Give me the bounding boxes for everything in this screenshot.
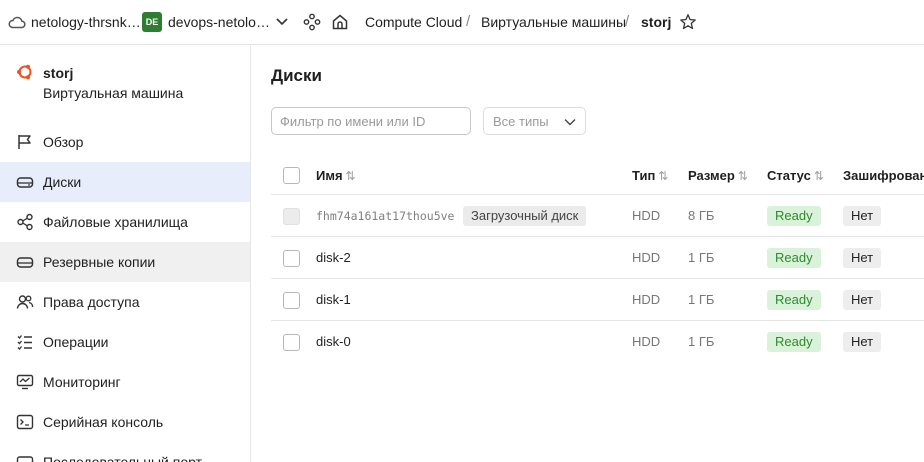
sidebar-item-backups[interactable]: Резервные копии [0,242,250,282]
sidebar-item-serial-port[interactable]: Последовательный порт [0,442,250,462]
disk-name[interactable]: disk-2 [316,250,351,265]
sidebar-item-label: Серийная консоль [43,414,164,430]
sort-icon: ⇅ [345,169,356,183]
column-header-encrypted[interactable]: Зашифрован [843,168,924,183]
disk-icon [16,177,34,188]
chevron-down-icon [564,119,576,126]
sidebar-item-label: Резервные копии [43,254,156,270]
sidebar-item-monitoring[interactable]: Мониторинг [0,362,250,402]
sidebar-item-overview[interactable]: Обзор [0,122,250,162]
share-icon [17,213,33,231]
breadcrumb-separator: / [625,13,630,30]
sidebar-item-label: Файловые хранилища [43,214,188,230]
flag-icon [18,135,31,149]
sidebar-item-label: Диски [43,174,82,190]
breadcrumb-separator: / [466,13,471,30]
vm-name: storj [43,65,74,81]
sidebar-item-label: Операции [43,334,109,350]
table-header: Имя ⇅ Тип ⇅ Размер ⇅ Статус ⇅ Зашифрован [271,155,924,195]
sidebar-item-disks[interactable]: Диски [0,162,250,202]
disk-size: 1 ГБ [688,292,715,307]
column-header-size[interactable]: Размер ⇅ [688,168,748,183]
filter-input[interactable] [271,107,471,135]
sidebar-item-serial-console[interactable]: Серийная консоль [0,402,250,442]
disk-type: HDD [632,292,661,307]
table-row[interactable]: disk-2 HDD 1 ГБ Ready Нет [271,237,924,279]
status-badge: Ready [767,290,821,310]
monitor-icon [16,374,34,390]
disk-size: 8 ГБ [688,208,715,223]
table-row[interactable]: disk-1 HDD 1 ГБ Ready Нет [271,279,924,321]
folder-badge: DE [142,12,162,32]
status-badge: Ready [767,248,821,268]
home-icon[interactable] [331,13,349,31]
row-checkbox[interactable] [283,334,300,351]
table-row[interactable]: fhm74a161at17thou5ve Загрузочный диск HD… [271,195,924,237]
chevron-down-icon[interactable] [274,15,290,29]
users-icon [16,295,34,309]
star-icon[interactable] [679,13,697,31]
sidebar-item-label: Права доступа [43,294,140,310]
page-title: Диски [271,66,322,85]
disk-type: HDD [632,250,661,265]
status-badge: Ready [767,206,821,226]
disk-name[interactable]: disk-0 [316,334,351,349]
select-all-checkbox[interactable] [283,167,300,184]
disk-type: HDD [632,334,661,349]
encrypted-badge: Нет [843,248,882,268]
vm-subtitle: Виртуальная машина [43,85,184,101]
org-selector[interactable]: netology-thrsnk… [31,14,141,30]
disk-type: HDD [632,208,661,223]
list-icon [17,335,32,350]
disk-size: 1 ГБ [688,250,715,265]
cloud-icon[interactable] [8,14,26,30]
folder-selector[interactable]: devops-netolo… [168,14,270,30]
sidebar-item-label: Обзор [43,134,84,150]
row-checkbox[interactable] [283,250,300,267]
boot-disk-tag: Загрузочный диск [463,206,587,226]
column-header-type[interactable]: Тип ⇅ [632,168,668,183]
disk-name[interactable]: disk-1 [316,292,351,307]
encrypted-badge: Нет [843,206,882,226]
column-header-status[interactable]: Статус ⇅ [767,168,824,183]
breadcrumb-current: storj [641,14,672,30]
services-icon[interactable] [303,13,321,31]
breadcrumb-compute-cloud[interactable]: Compute Cloud [365,14,462,30]
encrypted-badge: Нет [843,332,882,352]
backup-icon [16,257,34,268]
top-bar: netology-thrsnk… DE devops-netolo… Compu… [0,0,924,45]
encrypted-badge: Нет [843,290,882,310]
port-icon [16,456,34,462]
sidebar-item-label: Мониторинг [43,374,121,390]
sort-icon: ⇅ [813,169,824,183]
disk-id[interactable]: fhm74a161at17thou5ve [316,209,454,223]
sidebar: storj Виртуальная машина Обзор Диски Фай… [0,46,251,462]
column-header-name[interactable]: Имя ⇅ [316,168,356,183]
sidebar-item-access[interactable]: Права доступа [0,282,250,322]
type-filter-select[interactable]: Все типы [483,107,586,135]
main-content: Диски Все типы Имя⇅ Тип⇅ Размер⇅ Статус⇅… [252,46,924,462]
sort-icon: ⇅ [737,169,748,183]
sidebar-item-file-storages[interactable]: Файловые хранилища [0,202,250,242]
terminal-icon [16,414,34,430]
breadcrumb-vms[interactable]: Виртуальные машины [481,14,626,30]
row-checkbox [283,208,300,225]
disk-size: 1 ГБ [688,334,715,349]
sidebar-item-label: Последовательный порт [43,454,203,462]
ubuntu-icon [17,64,32,80]
type-filter-value: Все типы [493,114,549,129]
status-badge: Ready [767,332,821,352]
sort-icon: ⇅ [658,169,669,183]
sidebar-item-operations[interactable]: Операции [0,322,250,362]
table-row[interactable]: disk-0 HDD 1 ГБ Ready Нет [271,321,924,363]
row-checkbox[interactable] [283,292,300,309]
